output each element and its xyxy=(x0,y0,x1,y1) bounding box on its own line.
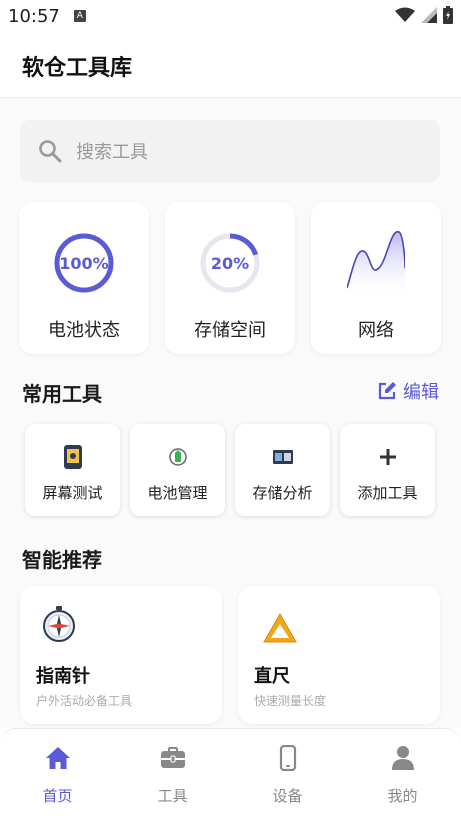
nav-tools[interactable]: 工具 xyxy=(115,729,230,819)
notification-icon: A xyxy=(73,10,86,22)
home-icon xyxy=(46,747,70,769)
main-content: 搜索工具 100% 电池状态 20% 存储空间 网络 常用工具 编辑 屏幕测试 … xyxy=(0,98,461,728)
user-icon xyxy=(392,746,414,770)
recommend-title: 智能推荐 xyxy=(22,548,102,572)
battery-percent: 100% xyxy=(59,253,109,273)
network-card[interactable]: 网络 xyxy=(311,202,441,354)
nav-home[interactable]: 首页 xyxy=(0,729,115,819)
edit-label: 编辑 xyxy=(403,382,439,403)
tool-storage-analysis[interactable]: 存储分析 xyxy=(235,424,330,516)
edit-icon xyxy=(378,382,396,400)
common-tools-title: 常用工具 xyxy=(22,382,102,406)
recommend-item-title: 指南针 xyxy=(36,666,90,687)
edit-button[interactable]: 编辑 xyxy=(377,378,439,404)
battery-status-icon xyxy=(443,6,453,24)
nav-label: 设备 xyxy=(272,787,303,805)
tool-add[interactable]: 添加工具 xyxy=(340,424,435,516)
search-placeholder: 搜索工具 xyxy=(76,142,148,163)
storage-space-label: 存储空间 xyxy=(194,320,266,341)
storage-space-card[interactable]: 20% 存储空间 xyxy=(165,202,295,354)
bottom-nav: 首页 工具 设备 我的 xyxy=(0,728,461,819)
recommend-compass-card[interactable]: 指南针 户外活动必备工具 xyxy=(20,586,222,724)
compass-icon xyxy=(43,606,75,642)
nav-label: 首页 xyxy=(42,787,73,805)
recommend-item-subtitle: 快速测量长度 xyxy=(254,694,327,708)
wifi-icon xyxy=(395,7,415,22)
storage-percent: 20% xyxy=(210,253,250,273)
tool-label: 存储分析 xyxy=(252,484,313,502)
status-time: 10:57 xyxy=(8,5,60,27)
battery-icon xyxy=(165,444,191,470)
tool-battery-manage[interactable]: 电池管理 xyxy=(130,424,225,516)
nav-device[interactable]: 设备 xyxy=(230,729,345,819)
status-bar: 10:57 A xyxy=(0,0,461,32)
battery-status-card[interactable]: 100% 电池状态 xyxy=(19,202,149,354)
nav-profile[interactable]: 我的 xyxy=(345,729,460,819)
search-icon xyxy=(39,140,62,163)
network-wave-icon xyxy=(347,231,405,300)
app-bar: 软仓工具库 xyxy=(0,32,461,98)
page-title: 软仓工具库 xyxy=(22,56,133,81)
status-indicators xyxy=(395,6,453,24)
search-input[interactable]: 搜索工具 xyxy=(20,120,440,182)
storage-ring: 20% xyxy=(199,232,261,294)
tool-screen-test[interactable]: 屏幕测试 xyxy=(25,424,120,516)
recommend-item-title: 直尺 xyxy=(254,666,290,687)
recommend-ruler-card[interactable]: 直尺 快速测量长度 xyxy=(238,586,440,724)
tool-label: 电池管理 xyxy=(147,484,208,502)
ruler-icon xyxy=(263,612,297,643)
phone-screen-icon xyxy=(60,444,86,470)
toolbox-icon xyxy=(161,747,185,768)
battery-status-label: 电池状态 xyxy=(48,320,120,341)
network-label: 网络 xyxy=(358,320,394,341)
plus-icon xyxy=(375,444,401,470)
storage-icon xyxy=(270,444,296,470)
recommend-item-subtitle: 户外活动必备工具 xyxy=(36,694,133,708)
nav-label: 我的 xyxy=(387,787,418,805)
battery-ring: 100% xyxy=(53,232,115,294)
tool-label: 添加工具 xyxy=(357,484,418,502)
nav-label: 工具 xyxy=(157,787,188,805)
device-icon xyxy=(279,745,297,771)
tool-label: 屏幕测试 xyxy=(42,484,103,502)
signal-icon xyxy=(421,7,437,23)
